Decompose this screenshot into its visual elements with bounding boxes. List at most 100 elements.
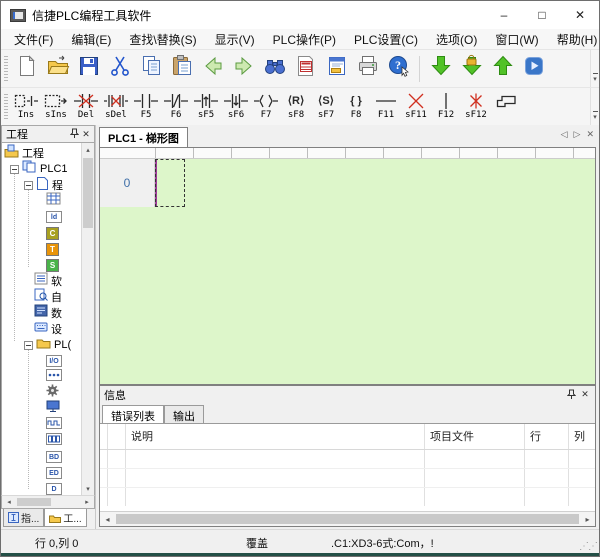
function-block-button[interactable]: { }F8 [341,90,371,124]
tree-node-c[interactable]: C [2,225,81,241]
tab-project[interactable]: 工... [44,509,86,527]
tree-node-io[interactable]: I/O [2,353,81,369]
delete-horizontal-line-button[interactable]: sF11 [401,90,431,124]
collapse-icon[interactable] [24,181,33,190]
tree-node-soft-elements[interactable]: 软 [2,273,81,289]
scrollbar-thumb[interactable] [116,514,579,524]
tab-next-icon[interactable]: ▷ [574,129,581,140]
copy-button[interactable] [135,53,166,85]
tree-vertical-scrollbar[interactable]: ▴ ▾ [81,143,94,495]
tree-node-ethernet[interactable] [2,401,81,417]
new-file-button[interactable] [11,53,42,85]
tree-node-data-monitor[interactable]: 数 [2,305,81,321]
delete-node-button[interactable]: Del [71,90,101,124]
insert-row-button[interactable]: sIns [41,90,71,124]
toolbar-overflow-button[interactable]: ▾ [590,50,599,87]
set-coil-button[interactable]: ⟨S⟩sF7 [311,90,341,124]
soft-element-monitor-button[interactable] [290,53,321,85]
delete-vertical-line-button[interactable]: sF12 [461,90,491,124]
vertical-line-button[interactable]: F12 [431,90,461,124]
collapse-icon[interactable] [24,341,33,350]
menu-edit[interactable]: 编辑(E) [62,29,120,50]
tree-node-ladder[interactable] [2,193,81,209]
header-description[interactable]: 说明 [126,424,425,449]
tree-node-serial-port[interactable] [2,385,81,401]
cursor-selection[interactable] [155,159,185,207]
tree-node-module[interactable] [2,433,81,449]
tab-error-list[interactable]: 错误列表 [102,405,164,423]
save-button[interactable] [73,53,104,85]
tree-node-password[interactable] [2,369,81,385]
reset-coil-button[interactable]: ⟨R⟩sF8 [281,90,311,124]
insert-node-button[interactable]: Ins [11,90,41,124]
document-view-button[interactable] [321,53,352,85]
header-row[interactable]: 行 [525,424,569,449]
menu-plc-settings[interactable]: PLC设置(C) [345,29,427,50]
menu-window[interactable]: 窗口(W) [486,29,547,50]
secure-download-button[interactable] [456,53,487,85]
redo-button[interactable] [228,53,259,85]
tab-prev-icon[interactable]: ◁ [561,129,568,140]
tree-node-ed[interactable]: ED [2,465,81,481]
cut-button[interactable] [104,53,135,85]
menu-plc-operate[interactable]: PLC操作(P) [264,29,345,50]
tree-node-free-monitor[interactable]: 自 [2,289,81,305]
info-horizontal-scrollbar[interactable]: ◂ ▸ [100,511,595,526]
menu-options[interactable]: 选项(O) [427,29,486,50]
upload-button[interactable] [487,53,518,85]
toolbar-grip[interactable] [4,94,8,120]
help-button[interactable]: ? [383,53,414,85]
print-button[interactable] [352,53,383,85]
tree-node-project-root[interactable]: 工程 [2,145,81,161]
run-button[interactable] [518,53,549,85]
open-file-button[interactable] [42,53,73,85]
resize-grip[interactable]: ⋰⋰ [579,541,597,552]
horizontal-line-button[interactable]: F11 [371,90,401,124]
ladder-row-0[interactable]: 0 [100,159,595,207]
menu-file[interactable]: 文件(F) [5,29,62,50]
scroll-down-icon[interactable]: ▾ [86,482,90,495]
tree-node-d[interactable]: D [2,481,81,495]
tab-close-icon[interactable]: ✕ [586,129,594,140]
tree-node-s[interactable]: S [2,257,81,273]
tree-node-instruction-list[interactable]: ld [2,209,81,225]
close-button[interactable]: ✕ [561,1,599,29]
tree-node-program[interactable]: 程 [2,177,81,193]
tree-node-t[interactable]: T [2,241,81,257]
scroll-left-icon[interactable]: ◂ [100,515,115,524]
output-coil-button[interactable]: F7 [251,90,281,124]
scroll-left-icon[interactable]: ◂ [2,498,16,506]
tab-plc1-ladder[interactable]: PLC1 - 梯形图 [99,127,188,147]
tree-horizontal-scrollbar[interactable]: ◂ ▸ [1,495,95,509]
toolbar-grip[interactable] [4,56,8,82]
scrollbar-thumb[interactable] [17,498,51,506]
tab-instructions[interactable]: 指... [3,509,44,527]
falling-pulse-button[interactable]: sF6 [221,90,251,124]
open-contact-button[interactable]: F5 [131,90,161,124]
download-button[interactable] [425,53,456,85]
header-project-file[interactable]: 项目文件 [425,424,525,449]
menu-find-replace[interactable]: 查找\替换(S) [120,29,205,50]
rising-pulse-button[interactable]: sF5 [191,90,221,124]
pin-icon[interactable] [68,128,80,140]
menu-view[interactable]: 显示(V) [206,29,264,50]
tab-output[interactable]: 输出 [164,405,204,423]
find-button[interactable] [259,53,290,85]
scrollbar-thumb[interactable] [83,158,93,228]
tree-node-bd[interactable]: BD [2,449,81,465]
toolbar-overflow-button[interactable]: ▾ [590,88,599,125]
tree-node-plc-config[interactable]: PL( [2,337,81,353]
scroll-up-icon[interactable]: ▴ [86,143,90,156]
pin-icon[interactable] [564,386,578,404]
minimize-button[interactable]: – [485,1,523,29]
paste-button[interactable] [166,53,197,85]
undo-button[interactable] [197,53,228,85]
ladder-editor[interactable]: 0 [99,147,596,385]
ladder-block-button[interactable] [491,90,521,124]
scroll-right-icon[interactable]: ▸ [80,498,94,506]
closed-contact-button[interactable]: F6 [161,90,191,124]
collapse-icon[interactable] [10,165,19,174]
delete-row-button[interactable]: sDel [101,90,131,124]
tree-node-settings[interactable]: 设 [2,321,81,337]
scroll-right-icon[interactable]: ▸ [580,515,595,524]
